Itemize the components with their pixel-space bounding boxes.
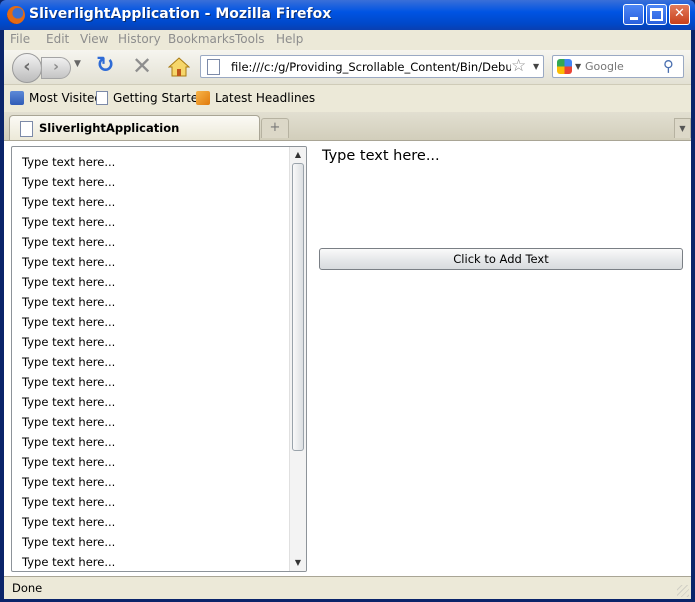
status-text: Done: [12, 581, 43, 595]
menu-view[interactable]: View: [80, 32, 108, 46]
list-item[interactable]: Type text here...: [22, 272, 284, 292]
engine-dropdown-icon[interactable]: ▼: [575, 62, 581, 71]
list-item[interactable]: Type text here...: [22, 332, 284, 352]
scroll-down-icon[interactable]: ▼: [290, 556, 306, 570]
bookmark-label: Most Visited: [29, 91, 103, 105]
list-item[interactable]: Type text here...: [22, 512, 284, 532]
list-item[interactable]: Type text here...: [22, 392, 284, 412]
bookmark-label: Latest Headlines: [215, 91, 316, 105]
maximize-button[interactable]: [646, 4, 667, 25]
reload-icon: ↻: [96, 53, 115, 78]
forward-icon: ›: [53, 59, 59, 75]
menu-file[interactable]: File: [10, 32, 30, 46]
search-input[interactable]: [585, 58, 661, 74]
star-icon[interactable]: ☆: [511, 56, 526, 76]
folder-icon: [10, 91, 24, 105]
vertical-scrollbar[interactable]: ▲ ▼: [289, 147, 306, 571]
bookmarks-toolbar: Most Visited Getting Started Latest Head…: [4, 86, 691, 112]
status-bar: Done: [4, 576, 691, 599]
resize-grip-icon[interactable]: [677, 585, 689, 597]
search-bar[interactable]: ▼ ⚲: [552, 55, 684, 78]
list-item[interactable]: Type text here...: [22, 212, 284, 232]
stop-button[interactable]: ✕: [132, 54, 154, 78]
list-item[interactable]: Type text here...: [22, 292, 284, 312]
history-dropdown-icon[interactable]: ▼: [74, 59, 81, 69]
bookmark-latest-headlines[interactable]: Latest Headlines: [196, 91, 315, 105]
browser-window: SliverlightApplication - Mozilla Firefox…: [0, 0, 695, 602]
list-item[interactable]: Type text here...: [22, 312, 284, 332]
list-item[interactable]: Type text here...: [22, 432, 284, 452]
url-text[interactable]: file:///c:/g/Providing_Scrollable_Conten…: [231, 60, 511, 74]
add-text-button[interactable]: Click to Add Text: [319, 248, 683, 270]
list-items: Type text here... Type text here... Type t…: [22, 152, 284, 571]
tab-silverlight-application[interactable]: SliverlightApplication: [9, 115, 260, 140]
page-icon: [96, 91, 108, 105]
list-item[interactable]: Type text here...: [22, 492, 284, 512]
minimize-button[interactable]: [623, 4, 644, 25]
new-tab-button[interactable]: +: [261, 118, 289, 138]
menu-edit[interactable]: Edit: [46, 32, 69, 46]
title-bar[interactable]: SliverlightApplication - Mozilla Firefox…: [0, 0, 695, 30]
client-area: File Edit View History Bookmarks Tools H…: [4, 30, 691, 599]
menu-help[interactable]: Help: [276, 32, 303, 46]
tab-label: SliverlightApplication: [39, 121, 180, 135]
page-content: Type text here... Type text here... Type t…: [4, 141, 691, 576]
rss-icon: [196, 91, 210, 105]
menu-bar: File Edit View History Bookmarks Tools H…: [4, 30, 691, 50]
scroll-up-icon[interactable]: ▲: [290, 148, 306, 162]
output-text: Type text here...: [322, 148, 440, 164]
home-button[interactable]: [167, 56, 191, 78]
list-item[interactable]: Type text here...: [22, 232, 284, 252]
menu-tools[interactable]: Tools: [235, 32, 265, 46]
list-item[interactable]: Type text here...: [22, 412, 284, 432]
menu-bookmarks[interactable]: Bookmarks: [168, 32, 235, 46]
bookmark-label: Getting Started: [113, 91, 206, 105]
url-dropdown-icon[interactable]: ▼: [533, 62, 539, 71]
reload-button[interactable]: ↻: [96, 55, 118, 77]
list-item[interactable]: Type text here...: [22, 172, 284, 192]
menu-history[interactable]: History: [118, 32, 161, 46]
stop-icon: ✕: [132, 52, 153, 80]
page-icon: [20, 121, 33, 137]
page-icon: [207, 59, 220, 75]
list-item[interactable]: Type text here...: [22, 352, 284, 372]
home-icon: [167, 57, 191, 77]
minimize-icon: [629, 17, 638, 20]
list-item[interactable]: Type text here...: [22, 152, 284, 172]
list-item[interactable]: Type text here...: [22, 252, 284, 272]
close-button[interactable]: ✕: [669, 4, 690, 25]
navigation-toolbar: ‹ › ▼ ↻ ✕ file:///c:/g/Providing_Scrolla…: [4, 50, 691, 85]
firefox-icon: [7, 6, 25, 24]
maximize-icon: [650, 8, 663, 21]
list-item[interactable]: Type text here...: [22, 472, 284, 492]
window-title: SliverlightApplication - Mozilla Firefox: [29, 6, 332, 22]
scrollbar-thumb[interactable]: [292, 163, 304, 451]
list-item[interactable]: Type text here...: [22, 192, 284, 212]
google-icon[interactable]: [557, 59, 572, 74]
bookmark-getting-started[interactable]: Getting Started: [96, 91, 206, 105]
list-item[interactable]: Type text here...: [22, 452, 284, 472]
url-bar[interactable]: file:///c:/g/Providing_Scrollable_Conten…: [200, 55, 544, 78]
back-icon: ‹: [23, 56, 31, 77]
tab-strip: SliverlightApplication + ▼: [4, 112, 691, 141]
magnifier-icon[interactable]: ⚲: [663, 57, 674, 75]
list-item[interactable]: Type text here...: [22, 532, 284, 552]
back-button[interactable]: ‹: [12, 53, 42, 83]
tab-list-button[interactable]: ▼: [674, 118, 691, 138]
scrollable-text-list[interactable]: Type text here... Type text here... Type t…: [11, 146, 307, 572]
bookmark-most-visited[interactable]: Most Visited: [10, 91, 102, 105]
forward-button[interactable]: ›: [41, 57, 71, 79]
list-item[interactable]: Type text here...: [22, 372, 284, 392]
list-item[interactable]: Type text here...: [22, 552, 284, 571]
